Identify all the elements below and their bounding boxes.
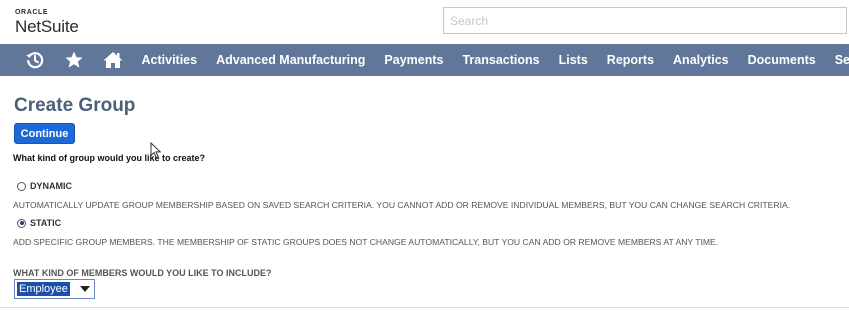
dynamic-description: AUTOMATICALLY UPDATE GROUP MEMBERSHIP BA… xyxy=(13,200,791,210)
netsuite-logo[interactable]: ORACLE NetSuite xyxy=(15,9,79,36)
logo-oracle-text: ORACLE xyxy=(15,9,49,16)
members-type-selected-value[interactable]: Employee xyxy=(17,282,70,296)
nav-item-advanced-manufacturing[interactable]: Advanced Manufacturing xyxy=(207,44,375,76)
page-title: Create Group xyxy=(14,95,136,116)
nav-item-reports[interactable]: Reports xyxy=(597,44,663,76)
nav-item-analytics[interactable]: Analytics xyxy=(664,44,739,76)
dynamic-radio-label[interactable]: DYNAMIC xyxy=(30,181,72,191)
static-radio-option[interactable]: STATIC xyxy=(17,218,61,228)
header: ORACLE NetSuite xyxy=(0,0,849,44)
nav-menu: Activities Advanced Manufacturing Paymen… xyxy=(132,44,849,76)
nav-item-documents[interactable]: Documents xyxy=(738,44,825,76)
group-type-question: What kind of group would you like to cre… xyxy=(13,153,206,163)
members-type-select[interactable]: Employee xyxy=(14,279,95,299)
nav-item-payments[interactable]: Payments xyxy=(375,44,453,76)
bottom-divider xyxy=(0,307,849,308)
dynamic-radio[interactable] xyxy=(17,181,26,191)
star-icon[interactable] xyxy=(57,44,91,76)
static-radio[interactable] xyxy=(17,218,26,228)
main-nav-bar: Activities Advanced Manufacturing Paymen… xyxy=(0,44,849,76)
static-description: ADD SPECIFIC GROUP MEMBERS. THE MEMBERSH… xyxy=(13,237,719,247)
global-search-input[interactable] xyxy=(443,7,847,34)
nav-item-setup[interactable]: Setup xyxy=(825,44,849,76)
mouse-cursor-icon xyxy=(150,141,162,164)
recent-icon[interactable] xyxy=(18,44,52,76)
chevron-down-icon[interactable] xyxy=(80,286,90,292)
nav-item-transactions[interactable]: Transactions xyxy=(453,44,549,76)
members-question-label: WHAT KIND OF MEMBERS WOULD YOU LIKE TO I… xyxy=(13,268,272,278)
netsuite-page: ORACLE NetSuite Activities Advance xyxy=(0,0,849,311)
continue-button[interactable]: Continue xyxy=(14,123,75,144)
nav-item-activities[interactable]: Activities xyxy=(132,44,207,76)
nav-item-lists[interactable]: Lists xyxy=(549,44,597,76)
dynamic-radio-option[interactable]: DYNAMIC xyxy=(17,181,72,191)
logo-netsuite-text: NetSuite xyxy=(15,17,79,36)
static-radio-label[interactable]: STATIC xyxy=(30,218,61,228)
home-icon[interactable] xyxy=(96,44,130,76)
